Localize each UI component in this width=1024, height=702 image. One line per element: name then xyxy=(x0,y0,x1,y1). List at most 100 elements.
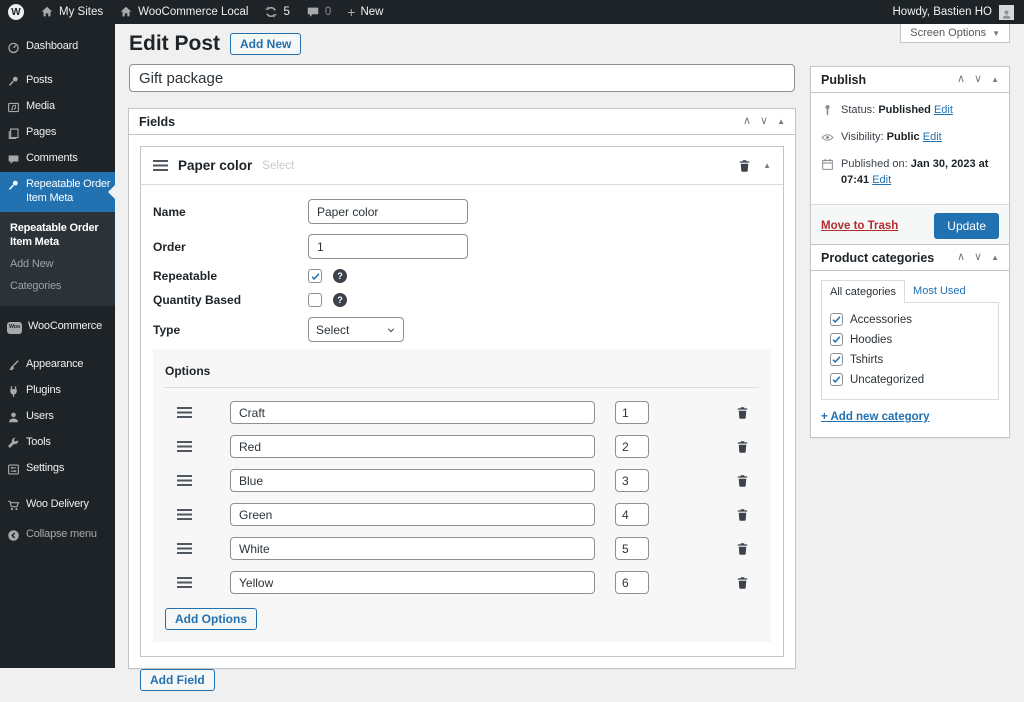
woocommerce-icon: Woo xyxy=(7,322,22,334)
option-label-input[interactable] xyxy=(230,469,595,492)
delete-option-icon[interactable] xyxy=(735,405,750,421)
sidebar-item-label: Appearance xyxy=(26,358,83,372)
drag-handle-icon[interactable] xyxy=(177,543,192,554)
submenu-item-categories[interactable]: Categories xyxy=(0,275,115,297)
sidebar-item-dashboard[interactable]: Dashboard xyxy=(0,34,115,60)
move-to-trash-link[interactable]: Move to Trash xyxy=(821,220,898,232)
help-icon[interactable]: ? xyxy=(333,293,347,307)
category-item: Accessories xyxy=(830,313,990,326)
help-icon[interactable]: ? xyxy=(333,269,347,283)
my-account-menu[interactable]: Howdy, Bastien HO xyxy=(893,0,1024,24)
option-order-input[interactable] xyxy=(615,469,649,492)
sidebar-item-media[interactable]: Media xyxy=(0,94,115,120)
delete-option-icon[interactable] xyxy=(735,575,750,591)
option-row xyxy=(165,571,759,594)
delete-option-icon[interactable] xyxy=(735,507,750,523)
edit-visibility-link[interactable]: Edit xyxy=(923,131,942,143)
field-order-input[interactable] xyxy=(308,234,468,259)
product-categories-metabox: Product categories ∧ ∨ ▲ All categories … xyxy=(810,244,1010,438)
option-order-input[interactable] xyxy=(615,435,649,458)
site-name-menu[interactable]: WooCommerce Local xyxy=(111,0,256,24)
submenu-item-add-new[interactable]: Add New xyxy=(0,253,115,275)
toggle-panel-icon[interactable]: ▲ xyxy=(991,254,999,262)
drag-handle-icon[interactable] xyxy=(177,475,192,486)
fields-metabox-header[interactable]: Fields ∧ ∨ ▲ xyxy=(129,109,795,135)
drag-handle-icon[interactable] xyxy=(153,160,168,171)
edit-status-link[interactable]: Edit xyxy=(934,104,953,116)
new-content-menu[interactable]: + New xyxy=(339,0,391,24)
type-label: Type xyxy=(153,323,308,337)
add-options-button[interactable]: Add Options xyxy=(165,608,257,630)
category-checkbox[interactable] xyxy=(830,313,843,326)
delete-option-icon[interactable] xyxy=(735,439,750,455)
toggle-panel-icon[interactable]: ▲ xyxy=(991,76,999,84)
option-order-input[interactable] xyxy=(615,571,649,594)
screen-options-tab[interactable]: Screen Options ▼ xyxy=(900,24,1010,43)
category-label: Accessories xyxy=(850,314,912,326)
field-type-select[interactable]: Select xyxy=(308,317,404,342)
sidebar-item-repeatable-order-item-meta[interactable]: Repeatable Order Item Meta xyxy=(0,172,115,212)
comments-menu[interactable]: 0 xyxy=(298,0,339,24)
updates-count: 5 xyxy=(283,6,289,18)
category-item: Uncategorized xyxy=(830,373,990,386)
move-up-icon[interactable]: ∧ xyxy=(957,252,965,263)
sidebar-item-posts[interactable]: Posts xyxy=(0,68,115,94)
option-label-input[interactable] xyxy=(230,503,595,526)
drag-handle-icon[interactable] xyxy=(177,577,192,588)
tab-all-categories[interactable]: All categories xyxy=(821,280,905,303)
sidebar-item-settings[interactable]: Settings xyxy=(0,456,115,482)
sidebar-item-plugins[interactable]: Plugins xyxy=(0,378,115,404)
post-title-input[interactable] xyxy=(129,64,795,92)
sidebar-item-appearance[interactable]: Appearance xyxy=(0,352,115,378)
move-down-icon[interactable]: ∨ xyxy=(974,252,982,263)
tab-most-used[interactable]: Most Used xyxy=(905,280,974,302)
submenu-item-repeatable-order-item-meta[interactable]: Repeatable Order Item Meta xyxy=(0,217,115,254)
delete-option-icon[interactable] xyxy=(735,473,750,489)
move-down-icon[interactable]: ∨ xyxy=(760,116,768,127)
wp-logo-menu[interactable]: W xyxy=(0,0,32,24)
comment-bubble-icon xyxy=(7,153,20,166)
move-down-icon[interactable]: ∨ xyxy=(974,74,982,85)
sidebar-item-comments[interactable]: Comments xyxy=(0,146,115,172)
field-name-input[interactable] xyxy=(308,199,468,224)
field-card: Paper color Select ▲ Name O xyxy=(140,146,784,657)
move-up-icon[interactable]: ∧ xyxy=(957,74,965,85)
categories-metabox-header[interactable]: Product categories ∧ ∨ ▲ xyxy=(811,245,1009,271)
drag-handle-icon[interactable] xyxy=(177,441,192,452)
repeatable-checkbox[interactable] xyxy=(308,269,322,283)
option-label-input[interactable] xyxy=(230,571,595,594)
option-label-input[interactable] xyxy=(230,401,595,424)
delete-option-icon[interactable] xyxy=(735,541,750,557)
update-button[interactable]: Update xyxy=(934,213,999,239)
publish-metabox-header[interactable]: Publish ∧ ∨ ▲ xyxy=(811,67,1009,93)
option-label-input[interactable] xyxy=(230,537,595,560)
category-checkbox[interactable] xyxy=(830,333,843,346)
toggle-field-icon[interactable]: ▲ xyxy=(763,162,771,170)
option-order-input[interactable] xyxy=(615,537,649,560)
option-order-input[interactable] xyxy=(615,503,649,526)
sidebar-item-woocommerce[interactable]: Woo WooCommerce xyxy=(0,314,115,340)
sidebar-item-tools[interactable]: Tools xyxy=(0,430,115,456)
delete-field-icon[interactable] xyxy=(737,158,752,174)
add-new-post-button[interactable]: Add New xyxy=(230,33,301,55)
category-checkbox[interactable] xyxy=(830,373,843,386)
updates-menu[interactable]: 5 xyxy=(256,0,297,24)
calendar-icon xyxy=(821,158,834,171)
category-checkbox[interactable] xyxy=(830,353,843,366)
toggle-panel-icon[interactable]: ▲ xyxy=(777,118,785,126)
sidebar-item-woo-delivery[interactable]: Woo Delivery xyxy=(0,492,115,518)
sidebar-item-users[interactable]: Users xyxy=(0,404,115,430)
sidebar-item-pages[interactable]: Pages xyxy=(0,120,115,146)
edit-published-link[interactable]: Edit xyxy=(872,174,891,186)
quantity-based-checkbox[interactable] xyxy=(308,293,322,307)
option-label-input[interactable] xyxy=(230,435,595,458)
my-sites-menu[interactable]: My Sites xyxy=(32,0,111,24)
option-order-input[interactable] xyxy=(615,401,649,424)
published-on-row: Published on: Jan 30, 2023 at 07:41 Edit xyxy=(821,157,999,189)
sidebar-item-collapse-menu[interactable]: Collapse menu xyxy=(0,522,115,548)
move-up-icon[interactable]: ∧ xyxy=(743,116,751,127)
drag-handle-icon[interactable] xyxy=(177,407,192,418)
drag-handle-icon[interactable] xyxy=(177,509,192,520)
add-field-button[interactable]: Add Field xyxy=(140,669,215,691)
add-new-category-link[interactable]: + Add new category xyxy=(821,411,930,423)
